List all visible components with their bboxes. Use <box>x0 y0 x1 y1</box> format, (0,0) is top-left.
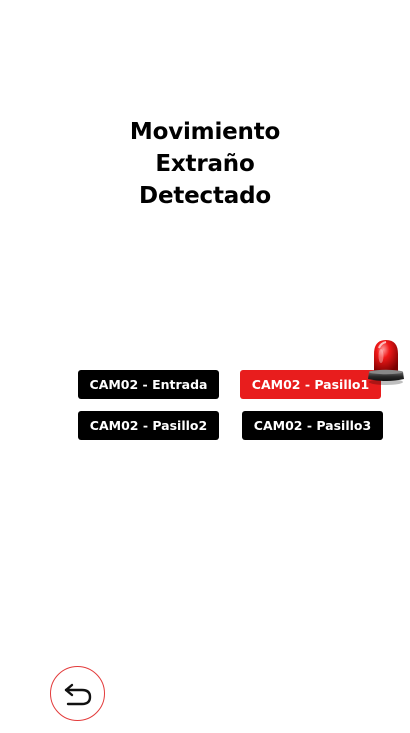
camera-button-pasillo1[interactable]: CAM02 - Pasillo1 <box>240 370 381 399</box>
alert-title-line-2: Extraño <box>155 151 255 177</box>
camera-button-pasillo2[interactable]: CAM02 - Pasillo2 <box>78 411 219 440</box>
camera-button-pasillo3[interactable]: CAM02 - Pasillo3 <box>242 411 383 440</box>
alert-title-line-3: Detectado <box>139 183 271 209</box>
back-arrow-icon <box>64 683 92 706</box>
back-button[interactable] <box>50 666 105 721</box>
alert-title-line-1: Movimiento <box>129 119 281 145</box>
siren-icon <box>366 336 406 386</box>
camera-button-entrada[interactable]: CAM02 - Entrada <box>78 370 219 399</box>
alert-title: Movimiento Extraño Detectado <box>0 116 410 212</box>
